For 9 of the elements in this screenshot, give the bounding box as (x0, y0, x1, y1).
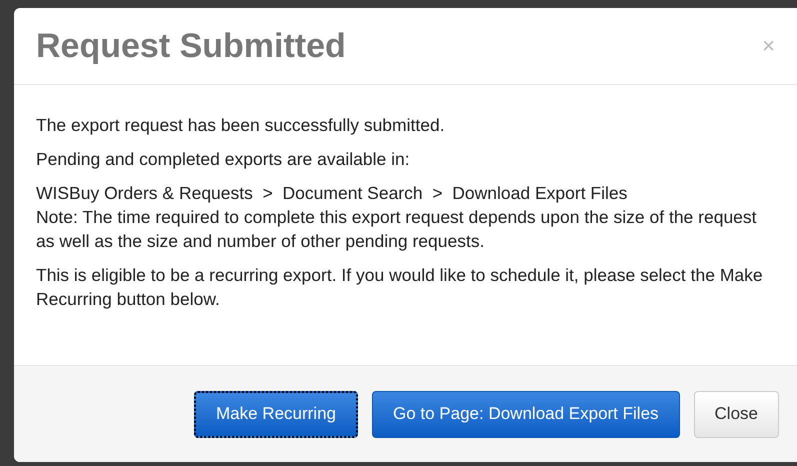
dialog-button[interactable]: Close (694, 390, 779, 438)
message-text: Pending and completed exports are available in: (36, 148, 411, 171)
dialog-title: Request Submitted (36, 26, 346, 66)
dialog-button[interactable]: Make Recurring (194, 390, 358, 438)
message-text: The export request has been successfully submitted. (36, 114, 446, 137)
message-text: Note: The time required to complete this export request depends upon the size of the request as well as the size and number of other pending requests. (36, 206, 758, 253)
message-text: This is eligible to be a recurring export. If you would like to schedule it, please select the Make Recurring button below. (36, 264, 764, 311)
dialog-button[interactable]: Go to Page: Download Export Files (372, 390, 680, 438)
message-text: WISBuy Orders & Requests > Document Search > Download Export Files (36, 182, 628, 205)
